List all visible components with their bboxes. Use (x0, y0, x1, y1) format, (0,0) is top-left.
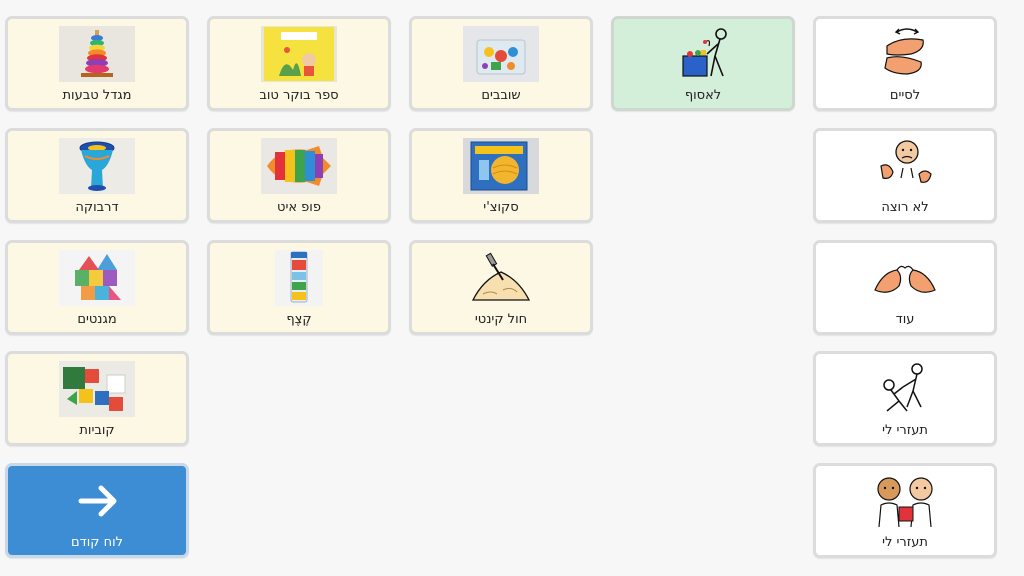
tile-label: סקוצ'י (483, 200, 519, 215)
darbuka-icon (59, 138, 135, 194)
blocks-icon (59, 361, 135, 417)
tile-good-morning-book[interactable]: ספר בוקר טוב (207, 16, 391, 111)
tile-collect[interactable]: לאסוף (611, 16, 795, 111)
collect-icon (665, 26, 741, 82)
arrow-right-icon (59, 473, 135, 529)
magnet-tiles-icon (59, 250, 135, 306)
tile-label: פופ איט (277, 200, 321, 215)
tile-squishy[interactable]: סקוצ'י (409, 128, 593, 223)
tile-label: עוד (895, 312, 915, 327)
tile-label: תעזרי לי (882, 535, 928, 550)
tile-label: לא רוצה (881, 200, 929, 215)
ring-tower-icon (59, 26, 135, 82)
dont-want-icon (867, 138, 943, 194)
more-icon (867, 250, 943, 306)
toys-box-icon (463, 26, 539, 82)
previous-board-label: לוח קודם (70, 535, 124, 550)
previous-board-button[interactable]: לוח קודם (5, 463, 189, 558)
tile-darbuka[interactable]: דרבוקה (5, 128, 189, 223)
tile-pop-it[interactable]: פופ איט (207, 128, 391, 223)
tile-label: דרבוקה (75, 200, 119, 215)
tile-label: לאסוף (684, 88, 722, 103)
tile-magnets[interactable]: מגנטים (5, 240, 189, 335)
tile-help-me-give[interactable]: תעזרי לי (813, 463, 997, 558)
squishy-icon (463, 138, 539, 194)
tile-blocks[interactable]: קוביות (5, 351, 189, 446)
tile-label: תעזרי לי (882, 423, 928, 438)
tile-label: שובבים (481, 88, 521, 103)
tile-label: לסיים (889, 88, 921, 103)
pop-it-icon (261, 138, 337, 194)
tile-foam[interactable]: קֶצֶף (207, 240, 391, 335)
kinetic-sand-icon (463, 250, 539, 306)
tile-help-me[interactable]: תעזרי לי (813, 351, 997, 446)
tile-kinetic-sand[interactable]: חול קינטי (409, 240, 593, 335)
tile-label: מגדל טבעות (62, 88, 132, 103)
tile-label: מגנטים (77, 312, 117, 327)
help-give-icon (867, 473, 943, 529)
tile-more[interactable]: עוד (813, 240, 997, 335)
help-icon (867, 361, 943, 417)
tile-finish[interactable]: לסיים (813, 16, 997, 111)
tile-ring-tower[interactable]: מגדל טבעות (5, 16, 189, 111)
foam-icon (261, 250, 337, 306)
tile-label: ספר בוקר טוב (259, 88, 339, 103)
tile-toys[interactable]: שובבים (409, 16, 593, 111)
book-cover-icon (261, 26, 337, 82)
tile-dont-want[interactable]: לא רוצה (813, 128, 997, 223)
tile-label: קוביות (79, 423, 115, 438)
finish-icon (867, 26, 943, 82)
tile-label: קֶצֶף (286, 312, 312, 327)
tile-label: חול קינטי (474, 312, 528, 327)
